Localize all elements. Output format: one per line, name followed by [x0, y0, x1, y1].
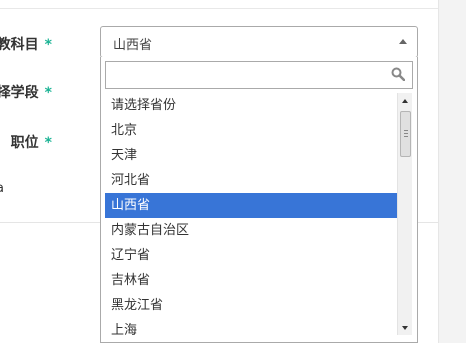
scroll-thumb[interactable] [400, 111, 411, 157]
province-select[interactable]: 山西省 [100, 26, 418, 58]
province-dropdown: 请选择省份 北京 天津 河北省 山西省 内蒙古自治区 辽宁省 吉林省 黑龙江省 上海 [100, 57, 418, 343]
dropdown-scrollbar[interactable] [397, 93, 412, 335]
caret-up-icon [399, 39, 407, 44]
dropdown-option[interactable]: 吉林省 [105, 268, 397, 293]
scroll-down-arrow-icon[interactable] [402, 326, 408, 330]
dropdown-option[interactable]: 北京 [105, 118, 397, 143]
search-icon [391, 67, 405, 81]
right-gutter [438, 0, 466, 343]
province-select-value: 山西省 [113, 38, 153, 53]
dropdown-search-input[interactable] [105, 61, 413, 89]
dropdown-option[interactable]: 内蒙古自治区 [105, 218, 397, 243]
dropdown-option[interactable]: 上海 [105, 318, 397, 343]
cut-off-label: a [0, 181, 6, 196]
dropdown-option[interactable]: 黑龙江省 [105, 293, 397, 318]
dropdown-option[interactable]: 山西省 [105, 193, 397, 218]
dropdown-option[interactable]: 请选择省份 [105, 93, 397, 118]
required-mark: * [44, 37, 52, 53]
stage-label: 选择学段* [0, 85, 52, 101]
divider-top [0, 8, 438, 9]
position-label: 职位 * [10, 135, 52, 151]
dropdown-options: 请选择省份 北京 天津 河北省 山西省 内蒙古自治区 辽宁省 吉林省 黑龙江省 上海 [105, 93, 397, 343]
dropdown-option[interactable]: 天津 [105, 143, 397, 168]
subject-label: 所教科目* [0, 37, 52, 53]
dropdown-option[interactable]: 河北省 [105, 168, 397, 193]
scroll-up-arrow-icon[interactable] [402, 99, 408, 103]
form-panel: 所教科目* 选择学段* 职位* a 山西省 请选择省份北京天津河北省山西省内蒙古… [0, 0, 438, 343]
required-mark: * [44, 135, 52, 151]
dropdown-option[interactable]: 辽宁省 [105, 243, 397, 268]
required-mark: * [44, 85, 52, 101]
